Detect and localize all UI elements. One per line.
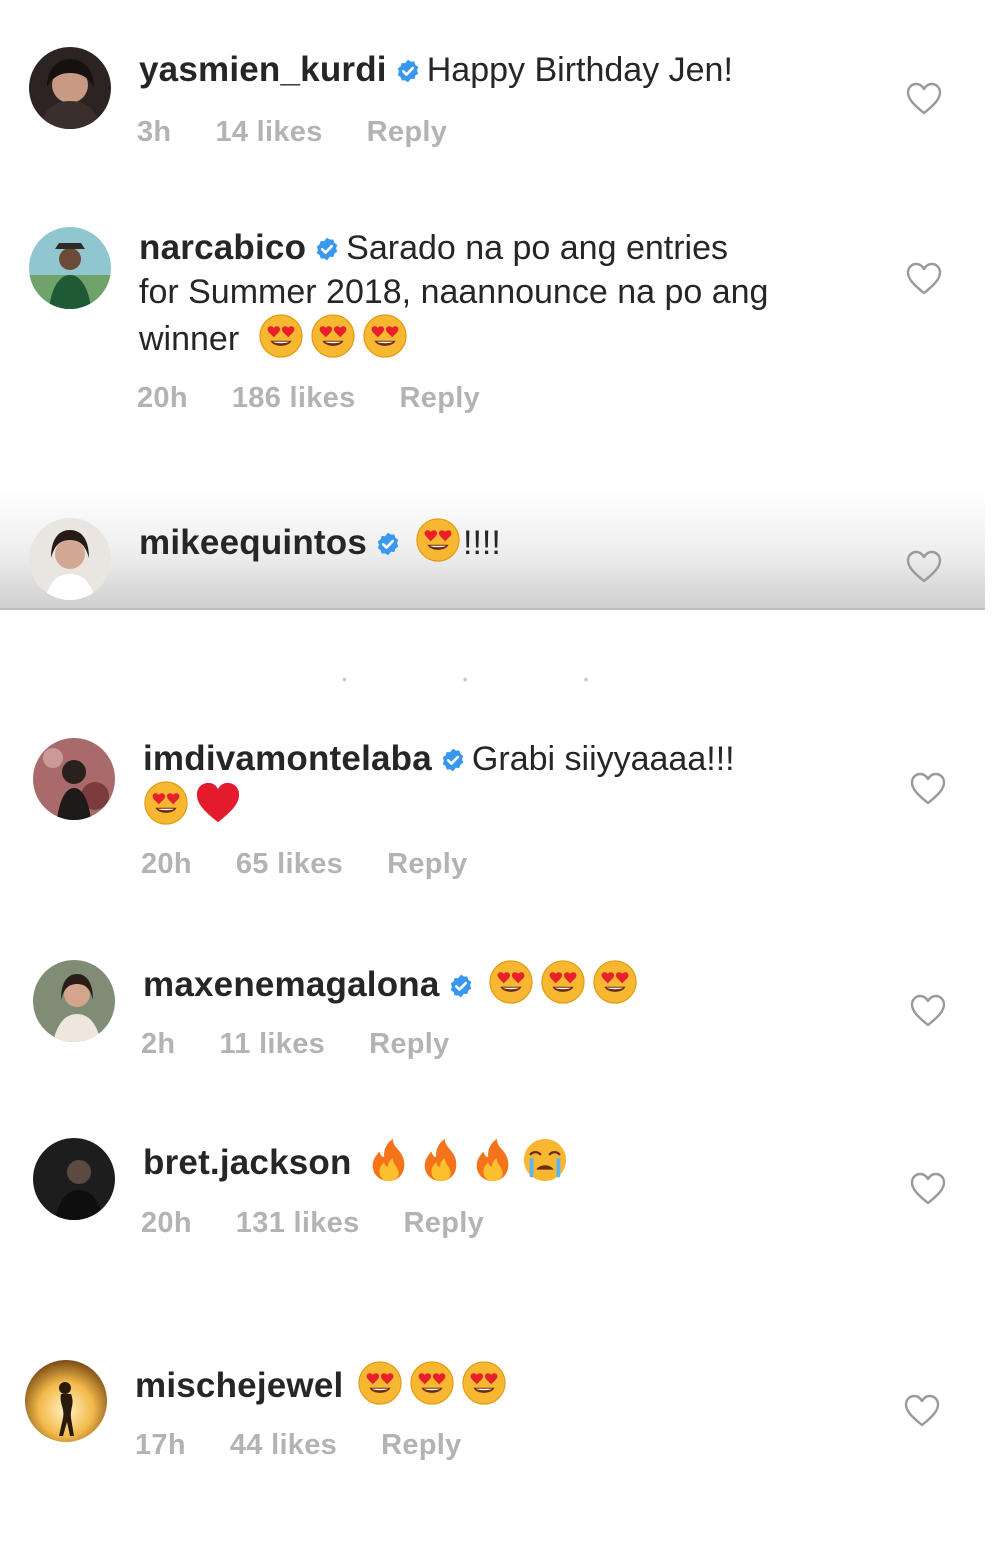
reply-button[interactable]: Reply <box>404 1207 484 1239</box>
comment-header: bret.jackson <box>143 1137 574 1192</box>
fire-emoji <box>418 1137 464 1183</box>
loudly-crying-emoji <box>522 1137 568 1183</box>
avatar[interactable] <box>25 1360 107 1442</box>
username[interactable]: mikeequintos <box>139 523 367 562</box>
reply-button[interactable]: Reply <box>400 382 480 414</box>
avatar[interactable] <box>33 1138 115 1220</box>
comment-meta: 20h 186 likes Reply <box>137 382 524 415</box>
reply-button[interactable]: Reply <box>381 1429 461 1461</box>
verified-badge-icon <box>314 236 340 262</box>
comment-text-line-3: winner <box>139 313 414 368</box>
comment-text-line-1: Sarado na po ang entries <box>346 229 728 267</box>
fire-emoji <box>366 1137 412 1183</box>
heart-eyes-emoji <box>258 313 304 359</box>
comment-mischejewel: mischejewel 17h 44 likes Reply <box>0 1320 1001 1520</box>
heart-outline-icon[interactable] <box>910 1172 946 1206</box>
heart-eyes-emoji <box>461 1360 507 1406</box>
username[interactable]: mischejewel <box>135 1366 343 1405</box>
verified-badge-icon <box>440 747 466 773</box>
comment-text: !!!! <box>463 524 501 562</box>
username[interactable]: bret.jackson <box>143 1143 352 1182</box>
username[interactable]: yasmien_kurdi <box>139 50 387 89</box>
likes-count[interactable]: 11 likes <box>219 1028 325 1060</box>
likes-count[interactable]: 65 likes <box>236 848 343 880</box>
comment-narcabico: narcabico Sarado na po ang entries for Su… <box>0 180 1001 470</box>
reply-button[interactable]: Reply <box>387 848 467 880</box>
heart-eyes-emoji <box>488 959 534 1005</box>
timestamp: 2h <box>141 1028 176 1060</box>
heart-eyes-emoji <box>362 313 408 359</box>
avatar[interactable] <box>29 47 111 129</box>
comment-mikeequintos: mikeequintos!!!! <box>0 490 985 610</box>
comment-text: Happy Birthday Jen! <box>426 51 733 89</box>
heart-outline-icon[interactable] <box>906 550 942 584</box>
fire-emoji <box>470 1137 516 1183</box>
comment-meta: 3h 14 likes Reply <box>137 116 491 149</box>
heart-eyes-emoji <box>357 1360 403 1406</box>
timestamp: 20h <box>141 1207 192 1239</box>
heart-eyes-emoji <box>540 959 586 1005</box>
avatar[interactable] <box>29 227 111 309</box>
reply-button[interactable]: Reply <box>369 1028 449 1060</box>
heart-eyes-emoji <box>310 313 356 359</box>
heart-outline-icon[interactable] <box>906 262 942 296</box>
heart-outline-icon[interactable] <box>910 772 946 806</box>
comment-text: winner <box>139 320 240 358</box>
likes-count[interactable]: 131 likes <box>236 1207 360 1239</box>
comment-meta: 2h 11 likes Reply <box>141 1028 494 1061</box>
comment-imdivamontelaba: imdivamontelaba Grabi siiyyaaaa!!! 20h 65 … <box>0 700 1001 920</box>
timestamp: 20h <box>137 382 188 414</box>
likes-count[interactable]: 44 likes <box>230 1429 337 1461</box>
likes-count[interactable]: 186 likes <box>232 382 356 414</box>
separator-dots: • • • <box>342 671 645 687</box>
heart-outline-icon[interactable] <box>906 82 942 116</box>
avatar[interactable] <box>29 518 111 600</box>
comment-meta: 20h 131 likes Reply <box>141 1207 528 1240</box>
heart-eyes-emoji <box>415 517 461 563</box>
username[interactable]: maxenemagalona <box>143 965 440 1004</box>
timestamp: 3h <box>137 116 172 148</box>
likes-count[interactable]: 14 likes <box>215 116 322 148</box>
comment-emoji-line <box>143 780 247 835</box>
heart-outline-icon[interactable] <box>910 994 946 1028</box>
heart-eyes-emoji <box>409 1360 455 1406</box>
comment-meta: 17h 44 likes Reply <box>135 1429 506 1462</box>
comment-text-line-2: for Summer 2018, naannounce na po ang <box>139 273 769 311</box>
avatar[interactable] <box>33 960 115 1042</box>
reply-button[interactable]: Reply <box>367 116 447 148</box>
comment-text: Grabi siiyyaaaa!!! <box>471 740 735 778</box>
comment-header: maxenemagalona <box>143 959 644 1014</box>
comment-meta: 20h 65 likes Reply <box>141 848 512 881</box>
red-heart-emoji <box>195 780 241 826</box>
timestamp: 20h <box>141 848 192 880</box>
heart-outline-icon[interactable] <box>904 1394 940 1428</box>
avatar[interactable] <box>33 738 115 820</box>
comment-header: mischejewel <box>135 1360 513 1415</box>
comment-yasmien-kurdi: yasmien_kurdi Happy Birthday Jen! 3h 14 li… <box>0 0 1001 180</box>
verified-badge-icon <box>395 58 421 84</box>
heart-eyes-emoji <box>143 780 189 826</box>
timestamp: 17h <box>135 1429 186 1461</box>
heart-eyes-emoji <box>592 959 638 1005</box>
comment-header: yasmien_kurdi Happy Birthday Jen! <box>139 48 733 99</box>
comment-maxenemagalona: maxenemagalona 2h 11 likes Reply <box>0 920 1001 1100</box>
verified-badge-icon <box>448 973 474 999</box>
verified-badge-icon <box>375 531 401 557</box>
comment-bret-jackson: bret.jackson 20h 131 likes Reply <box>0 1100 1001 1300</box>
comment-header: mikeequintos!!!! <box>139 517 501 572</box>
username[interactable]: imdivamontelaba <box>143 739 432 778</box>
username[interactable]: narcabico <box>139 228 306 267</box>
